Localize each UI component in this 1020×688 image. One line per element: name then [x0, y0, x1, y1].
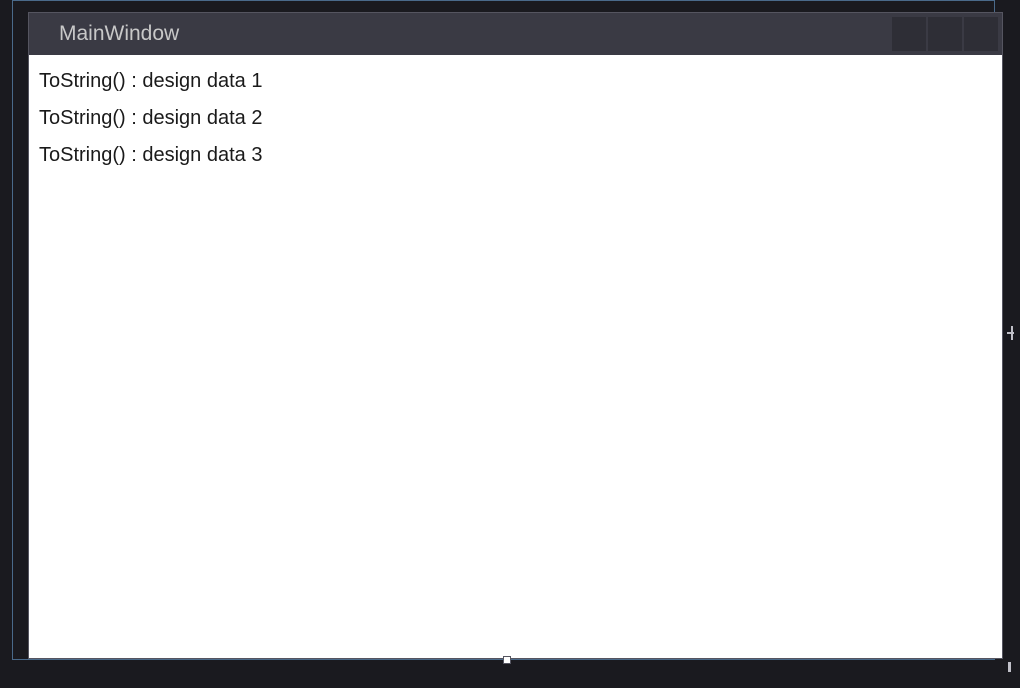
maximize-button[interactable] [928, 17, 962, 51]
designer-selection-border: MainWindow ToString() : design data 1 To… [12, 0, 995, 660]
list-item[interactable]: ToString() : design data 3 [39, 137, 992, 174]
minimize-button[interactable] [892, 17, 926, 51]
window-client-area[interactable]: ToString() : design data 1 ToString() : … [29, 55, 1002, 658]
resize-handle-bottom[interactable] [503, 656, 511, 664]
resize-handle-bottom-right[interactable] [1008, 662, 1011, 672]
window-title: MainWindow [59, 22, 179, 46]
title-bar[interactable]: MainWindow [29, 13, 1002, 55]
close-button[interactable] [964, 17, 998, 51]
list-item[interactable]: ToString() : design data 2 [39, 100, 992, 137]
guide-mark-right-icon [1007, 332, 1014, 334]
main-window[interactable]: MainWindow ToString() : design data 1 To… [28, 12, 1003, 659]
window-control-buttons [892, 17, 998, 51]
list-item[interactable]: ToString() : design data 1 [39, 63, 992, 100]
